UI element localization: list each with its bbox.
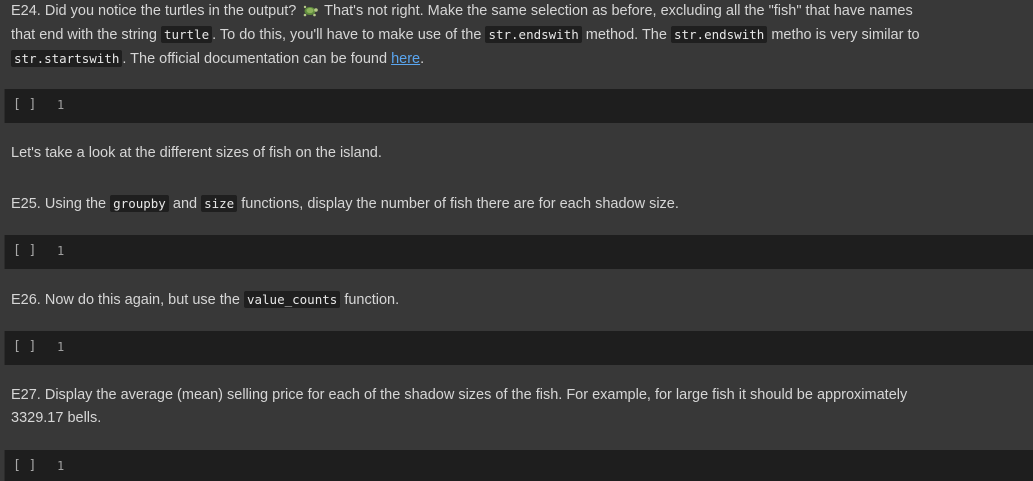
e25-text: functions, display the number of fish th… bbox=[241, 196, 679, 212]
cell-run-prompt[interactable]: [ ] bbox=[13, 458, 36, 473]
line-number: 1 bbox=[57, 459, 65, 473]
inline-code: groupby bbox=[110, 195, 169, 212]
code-editor[interactable] bbox=[75, 235, 1033, 269]
e25-text: E25. Using the bbox=[11, 196, 107, 212]
inline-code: str.endswith bbox=[670, 26, 768, 43]
inline-code: str.startswith bbox=[11, 50, 123, 67]
e24-text: . To do this, you'll have to make use of… bbox=[212, 27, 482, 43]
code-editor[interactable] bbox=[75, 331, 1033, 365]
documentation-link[interactable]: here bbox=[391, 51, 420, 67]
e26-text: E26. Now do this again, but use the bbox=[11, 292, 240, 308]
e25-text: and bbox=[172, 196, 198, 212]
cell-run-prompt[interactable]: [ ] bbox=[13, 97, 36, 112]
markdown-cell-sizes-intro: Let's take a look at the different sizes… bbox=[11, 142, 921, 165]
cell-run-prompt[interactable]: [ ] bbox=[13, 243, 36, 258]
code-editor[interactable] bbox=[75, 450, 1033, 481]
inline-code: str.endswith bbox=[485, 26, 582, 43]
markdown-cell-e24: E24. Did you notice the turtles in the o… bbox=[11, 0, 921, 71]
code-editor[interactable] bbox=[75, 89, 1033, 123]
e24-text: . The official documentation can be foun… bbox=[122, 51, 388, 67]
markdown-cell-e27: E27. Display the average (mean) selling … bbox=[11, 384, 911, 430]
e24-text: . bbox=[420, 51, 425, 67]
code-cell: [ ] 1 bbox=[4, 450, 1033, 481]
inline-code: size bbox=[201, 195, 238, 212]
line-number: 1 bbox=[57, 340, 65, 354]
cell-run-prompt[interactable]: [ ] bbox=[13, 339, 36, 354]
sizes-intro-text: Let's take a look at the different sizes… bbox=[11, 145, 382, 161]
markdown-cell-e26: E26. Now do this again, but use the valu… bbox=[11, 288, 921, 312]
notebook: E24. Did you notice the turtles in the o… bbox=[0, 0, 1033, 481]
code-cell: [ ] 1 bbox=[4, 235, 1033, 269]
markdown-cell-e25: E25. Using the groupby and size function… bbox=[11, 192, 921, 216]
code-cell: [ ] 1 bbox=[4, 89, 1033, 123]
e24-text: E24. Did you notice the turtles in the o… bbox=[11, 3, 297, 19]
line-number: 1 bbox=[57, 244, 65, 258]
e27-text: E27. Display the average (mean) selling … bbox=[11, 387, 908, 426]
turtle-icon bbox=[302, 2, 319, 17]
e24-text: metho is very similar to bbox=[771, 27, 920, 43]
e26-text: function. bbox=[344, 292, 400, 308]
e24-text: method. The bbox=[585, 27, 667, 43]
code-cell: [ ] 1 bbox=[4, 331, 1033, 365]
line-number: 1 bbox=[57, 98, 65, 112]
inline-code: value_counts bbox=[243, 291, 341, 308]
inline-code: turtle bbox=[160, 26, 213, 43]
